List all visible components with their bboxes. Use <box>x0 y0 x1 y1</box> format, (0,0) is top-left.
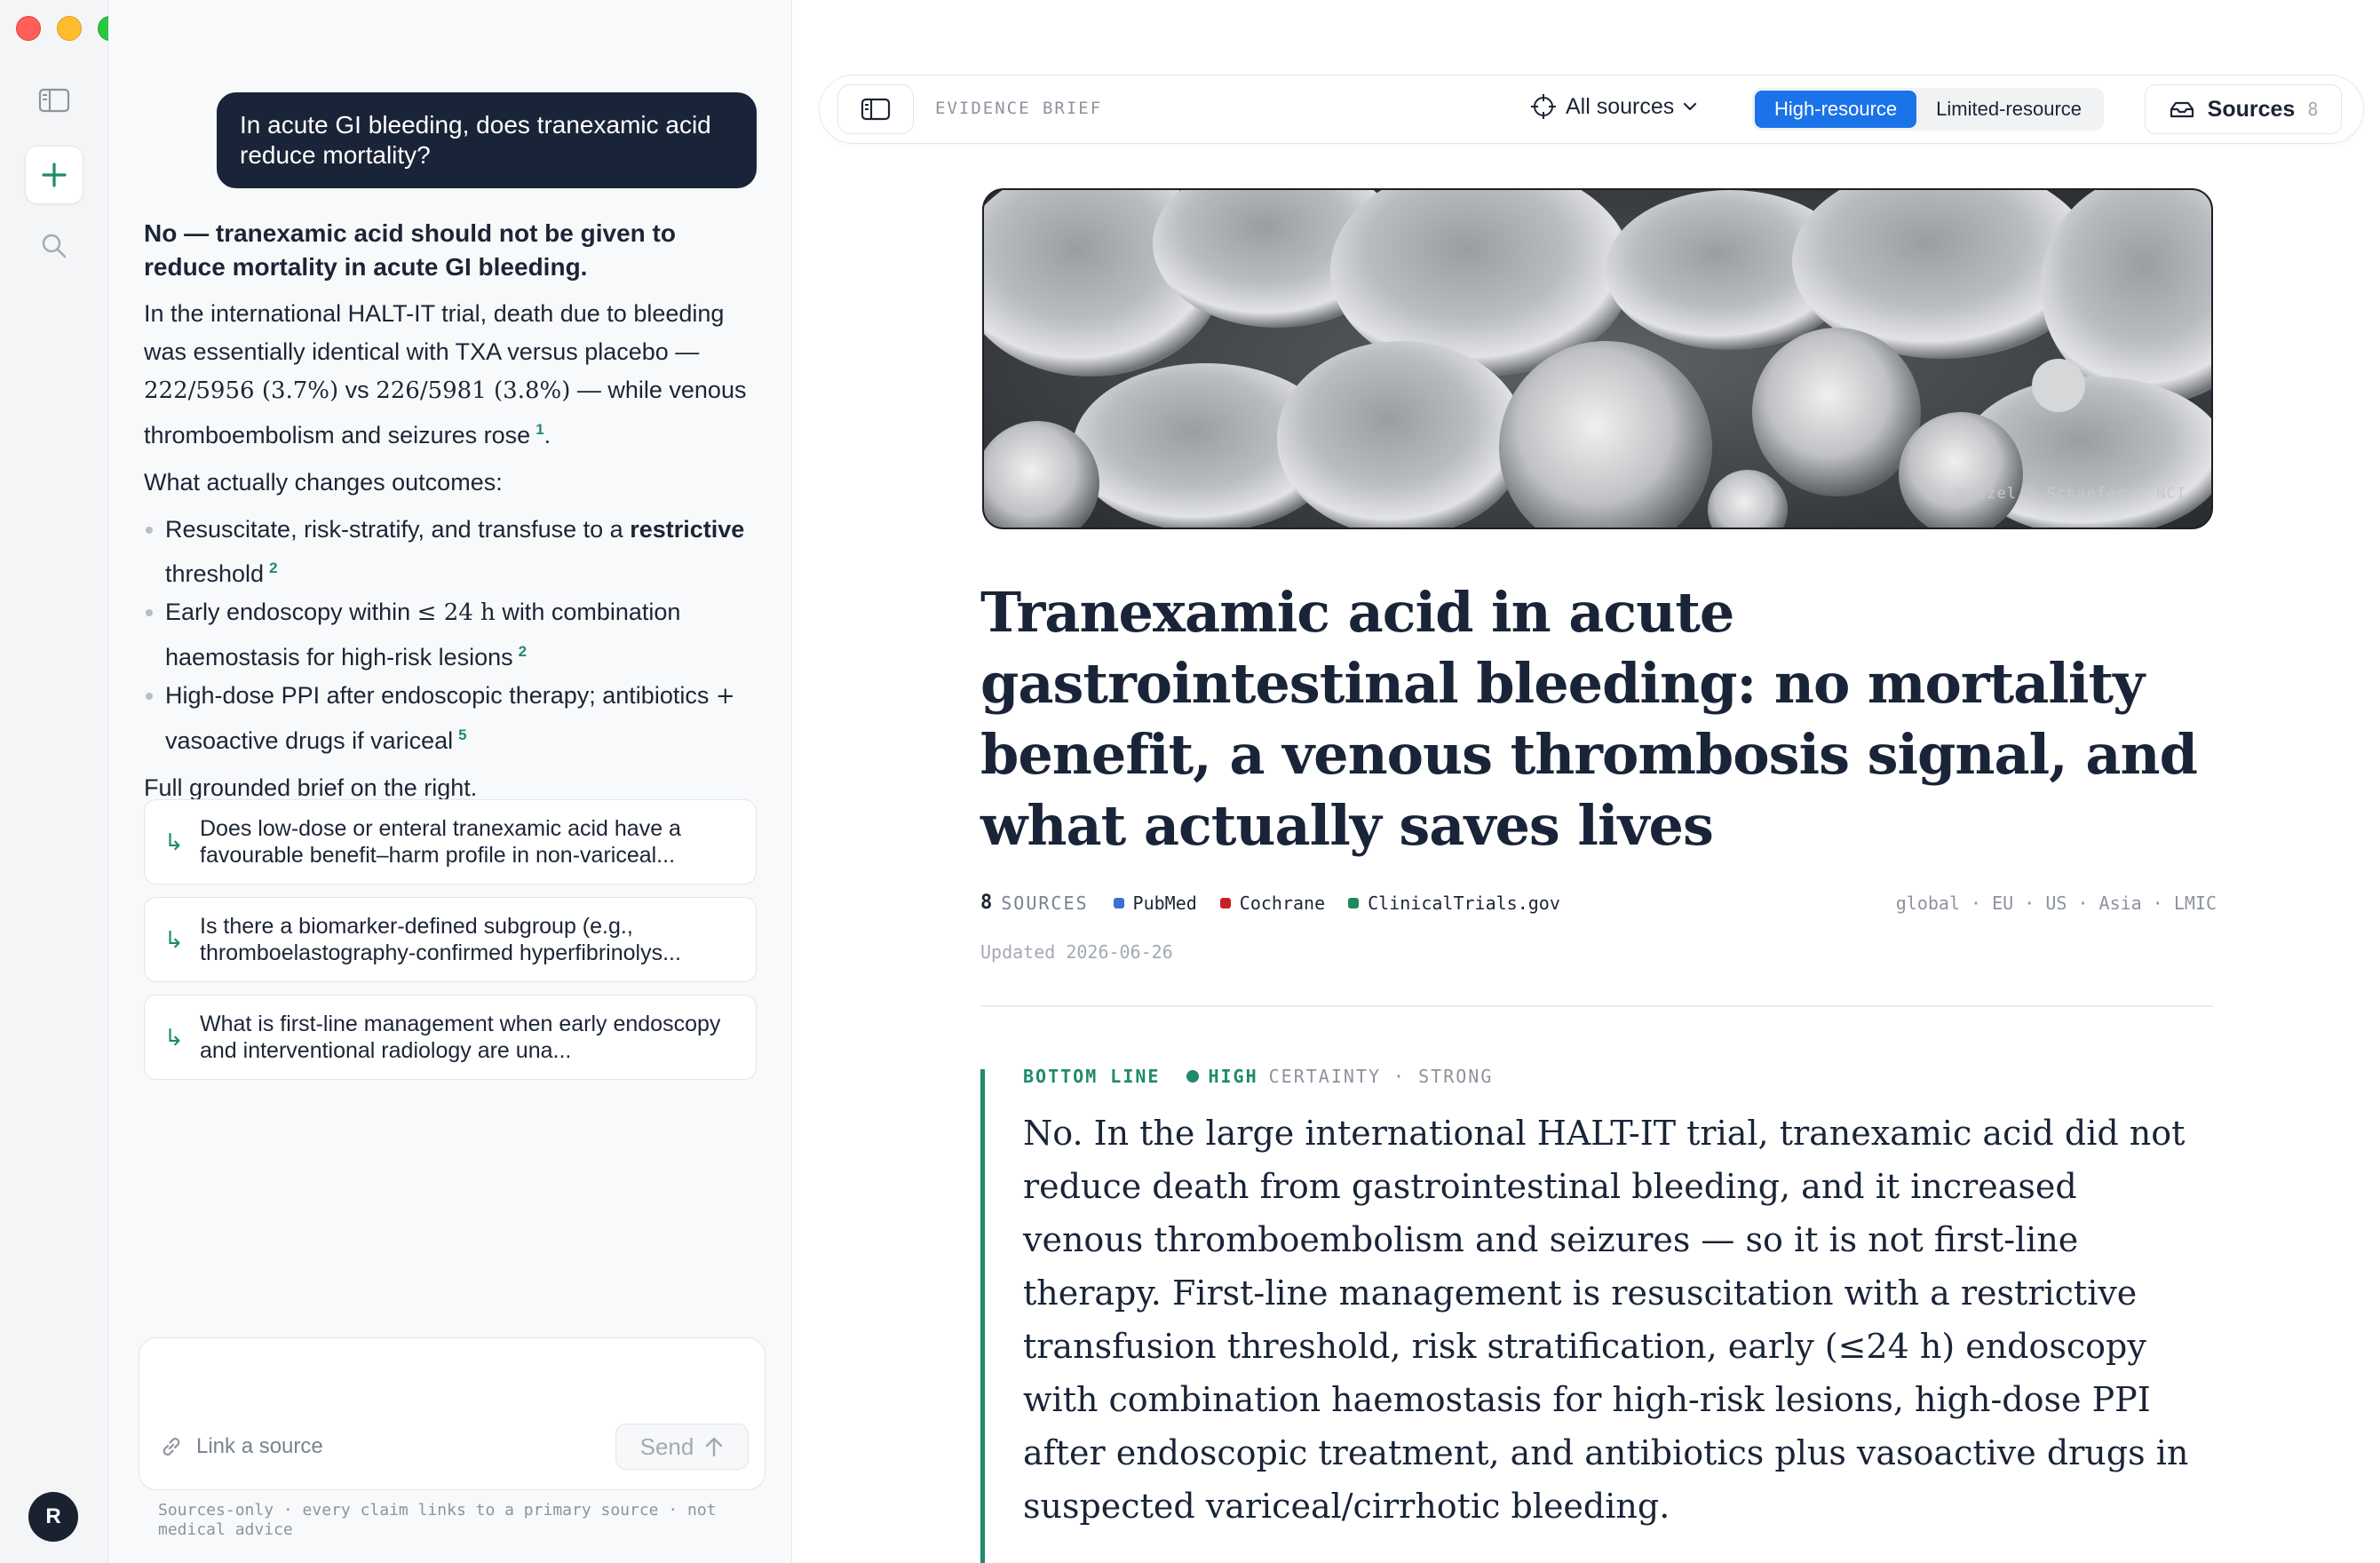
math-expression: 226/5981 (3.8%) <box>376 377 571 404</box>
followup-suggestion[interactable]: ↳ Does low-dose or enteral tranexamic ac… <box>144 799 757 885</box>
cochrane-dot-icon <box>1219 897 1231 908</box>
source-name: PubMed <box>1132 892 1197 914</box>
disclaimer: Sources-only · every claim links to a pr… <box>158 1501 717 1539</box>
outcome-list: Resuscitate, risk-stratify, and transfus… <box>144 511 748 760</box>
window-minimize-button[interactable] <box>57 16 82 41</box>
followup-suggestion[interactable]: ↳ Is there a biomarker-defined subgroup … <box>144 897 757 982</box>
plus-icon <box>42 163 67 187</box>
pubmed-dot-icon <box>1113 897 1124 908</box>
sidebar-toggle-button[interactable] <box>25 71 83 130</box>
answer-paragraph: In the international HALT-IT trial, deat… <box>144 295 748 455</box>
hero-image: Wetzel & Schaefer / NCI <box>982 188 2213 529</box>
return-arrow-icon: ↳ <box>164 828 184 855</box>
bottom-line-header: BOTTOM LINE HIGH CERTAINTY · STRONG <box>1023 1066 1493 1087</box>
source-cochrane[interactable]: Cochrane <box>1219 892 1326 914</box>
stack-icon <box>2170 101 2194 118</box>
left-rail: R <box>0 0 123 1563</box>
resource-setting-toggle: High-resource Limited-resource <box>1752 88 2105 131</box>
answer-text: threshold <box>165 560 265 587</box>
article-title: Tranexamic acid in acute gastrointestina… <box>980 580 2198 858</box>
search-button[interactable] <box>25 217 83 275</box>
user-avatar[interactable]: R <box>28 1492 78 1542</box>
answer-text: In the international HALT-IT trial, deat… <box>144 300 725 365</box>
answer-text: . <box>543 422 551 448</box>
source-meta-row: 8 SOURCES PubMed Cochrane ClinicalTrials… <box>980 892 2217 914</box>
answer-text: Early endoscopy within <box>165 599 417 625</box>
arrow-up-icon <box>706 1437 723 1457</box>
updated-date: Updated 2026-06-26 <box>980 941 1173 963</box>
panel-toggle-button[interactable] <box>837 84 914 134</box>
link-icon <box>163 1438 180 1456</box>
source-name: Cochrane <box>1239 892 1326 914</box>
user-question: In acute GI bleeding, does tranexamic ac… <box>240 111 711 169</box>
chat-panel: In acute GI bleeding, does tranexamic ac… <box>108 0 792 1563</box>
user-message-bubble: In acute GI bleeding, does tranexamic ac… <box>217 92 757 188</box>
followup-text: What is first-line management when early… <box>200 1012 721 1063</box>
search-icon <box>42 234 67 258</box>
new-chat-button[interactable] <box>25 146 83 204</box>
list-item: Early endoscopy within ≤ 24 h with combi… <box>144 593 748 677</box>
answer-text: Resuscitate, risk-stratify, and transfus… <box>165 516 631 543</box>
list-item: Resuscitate, risk-stratify, and transfus… <box>144 511 748 593</box>
math-expression: + <box>715 683 735 710</box>
send-button[interactable]: Send <box>615 1424 749 1470</box>
return-arrow-icon: ↳ <box>164 1023 184 1051</box>
divider <box>980 1005 2213 1007</box>
followup-text: Is there a biomarker-defined subgroup (e… <box>200 914 681 965</box>
link-source-button[interactable]: Link a source <box>159 1434 323 1459</box>
image-credit: Wetzel & Schaefer / NCI <box>1956 485 2186 503</box>
link-source-label: Link a source <box>196 1434 323 1458</box>
blood-cells-micrograph <box>984 190 2211 528</box>
segment-high-resource[interactable]: High-resource <box>1755 91 1917 128</box>
source-name: ClinicalTrials.gov <box>1368 892 1560 914</box>
sidebar-toggle-icon <box>38 88 70 113</box>
certainty-strength: CERTAINTY · STRONG <box>1268 1066 1494 1087</box>
brief-toolbar: EVIDENCE BRIEF All sources High-resource… <box>819 75 2364 144</box>
answer-headline: No — tranexamic acid should not be given… <box>144 219 676 281</box>
math-expression: ≤ 24 h <box>416 599 496 626</box>
send-label: Send <box>639 1432 694 1460</box>
bottom-line-label: BOTTOM LINE <box>1023 1066 1161 1087</box>
certainty-level: HIGH <box>1208 1066 1258 1087</box>
sources-count-badge: 8 <box>2307 99 2319 120</box>
segment-limited-resource[interactable]: Limited-resource <box>1916 91 2101 128</box>
list-item: High-dose PPI after endoscopic therapy; … <box>144 677 748 760</box>
sources-button[interactable]: Sources 8 <box>2145 84 2342 134</box>
citation-link[interactable]: 1 <box>536 421 543 438</box>
followup-text: Does low-dose or enteral tranexamic acid… <box>200 816 681 868</box>
bottom-line-accent-bar <box>980 1069 985 1563</box>
followup-suggestion[interactable]: ↳ What is first-line management when ear… <box>144 995 757 1080</box>
chevron-down-icon <box>1684 102 1697 111</box>
toolbar-title: EVIDENCE BRIEF <box>935 99 1103 118</box>
math-expression: 222/5956 (3.7%) <box>144 377 339 404</box>
certainty-dot-icon <box>1186 1070 1200 1083</box>
window-close-button[interactable] <box>16 16 41 41</box>
all-sources-label: All sources <box>1566 93 1675 119</box>
followup-suggestions: ↳ Does low-dose or enteral tranexamic ac… <box>144 799 757 1092</box>
region-list: global · EU · US · Asia · LMIC <box>1895 892 2217 914</box>
bottom-line-text: No. In the large international HALT-IT t… <box>1023 1114 2189 1526</box>
citation-link[interactable]: 2 <box>519 643 527 660</box>
answer-subheading: What actually changes outcomes: <box>144 469 503 496</box>
sources-label: Sources <box>2207 96 2296 122</box>
source-clinicaltrials[interactable]: ClinicalTrials.gov <box>1348 893 1560 914</box>
source-count: 8 <box>980 892 993 914</box>
assistant-answer: No — tranexamic acid should not be given… <box>144 217 748 816</box>
message-composer[interactable]: Link a source Send <box>139 1337 766 1490</box>
all-sources-dropdown[interactable]: All sources <box>1530 93 1697 120</box>
source-pubmed[interactable]: PubMed <box>1113 892 1197 914</box>
clinicaltrials-dot-icon <box>1348 897 1360 908</box>
source-count-label: SOURCES <box>1001 892 1089 914</box>
return-arrow-icon: ↳ <box>164 925 184 953</box>
answer-text: vasoactive drugs if variceal <box>165 727 454 754</box>
crosshair-icon <box>1531 94 1556 119</box>
answer-text: vs <box>338 377 377 403</box>
panel-toggle-icon <box>861 98 891 121</box>
citation-link[interactable]: 5 <box>458 726 466 743</box>
answer-text: High-dose PPI after endoscopic therapy; … <box>165 682 716 709</box>
bold-text: restrictive <box>630 516 745 543</box>
citation-link[interactable]: 2 <box>269 559 277 576</box>
